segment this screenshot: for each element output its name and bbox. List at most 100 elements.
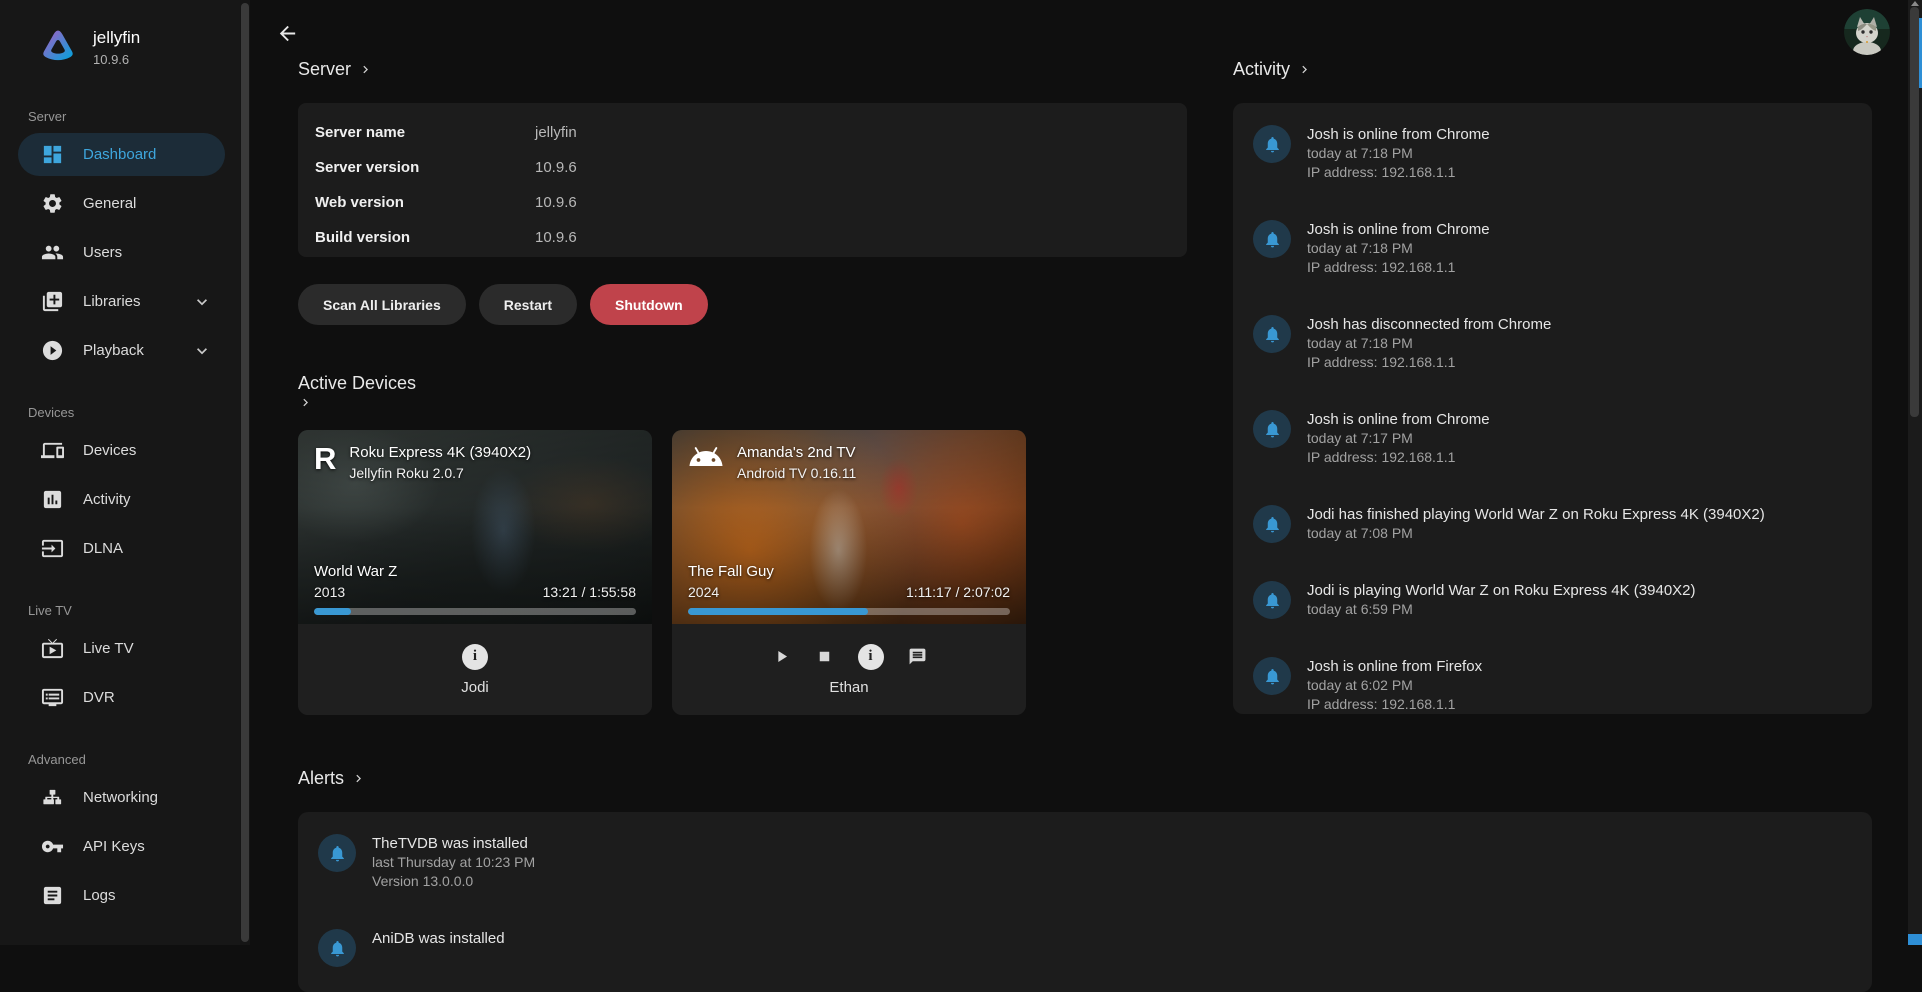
activity-time: today at 7:18 PM — [1307, 144, 1490, 163]
info-button[interactable]: i — [858, 644, 884, 670]
media-title: The Fall Guy — [688, 563, 1010, 580]
activity-time: today at 6:02 PM — [1307, 676, 1482, 695]
device-card-header: R Roku Express 4K (3940X2) Jellyfin Roku… — [314, 442, 640, 481]
sidebar-scrollbar — [240, 0, 250, 945]
now-playing-info: World War Z 2013 13:21 / 1:55:58 — [314, 563, 636, 615]
sidebar-section-devices: Devices — [28, 405, 240, 420]
page-scrollbar-thumb[interactable] — [1910, 7, 1919, 417]
devices-icon — [41, 439, 64, 462]
sidebar-item-label: DLNA — [83, 540, 123, 557]
now-playing-backdrop: R Roku Express 4K (3940X2) Jellyfin Roku… — [298, 430, 652, 624]
sidebar-item-dlna[interactable]: DLNA — [0, 524, 240, 573]
sidebar-item-label: Live TV — [83, 640, 134, 657]
info-label: Server name — [315, 124, 535, 141]
bar-chart-icon — [41, 488, 64, 511]
sidebar-scrollbar-thumb[interactable] — [241, 3, 249, 942]
info-label: Build version — [315, 229, 535, 246]
server-info-row: Server name jellyfin — [315, 115, 1170, 150]
activity-item: Josh is online from Chrome today at 7:17… — [1253, 410, 1852, 467]
sidebar-item-playback[interactable]: Playback — [0, 326, 240, 375]
sidebar-item-live-tv[interactable]: Live TV — [0, 624, 240, 673]
info-label: Web version — [315, 194, 535, 211]
sidebar-item-users[interactable]: Users — [0, 228, 240, 277]
play-button[interactable] — [772, 647, 791, 666]
sidebar-item-activity[interactable]: Activity — [0, 475, 240, 524]
client-version: Jellyfin Roku 2.0.7 — [349, 465, 531, 481]
activity-item: Jodi has finished playing World War Z on… — [1253, 505, 1852, 543]
bell-icon — [1253, 657, 1291, 695]
dvr-icon — [41, 686, 64, 709]
alerts-section: Alerts TheTVDB was installed last Thursd… — [298, 766, 1872, 992]
activity-title: Josh is online from Chrome — [1307, 220, 1490, 239]
device-card-footer: i Jodi — [298, 624, 652, 715]
server-info-card: Server name jellyfin Server version 10.9… — [298, 103, 1187, 257]
alert-detail: Version 13.0.0.0 — [372, 872, 535, 891]
arrow-left-icon — [276, 22, 304, 45]
android-icon — [688, 442, 724, 472]
bell-icon — [1253, 410, 1291, 448]
stop-icon — [815, 647, 834, 666]
bell-icon — [1253, 505, 1291, 543]
playback-progress-fill — [688, 608, 868, 615]
active-devices-heading[interactable]: Active Devices — [298, 371, 1187, 410]
info-button[interactable]: i — [462, 644, 488, 670]
right-column: Activity Josh is online from Chrome toda… — [1233, 57, 1872, 752]
alerts-panel: TheTVDB was installed last Thursday at 1… — [298, 812, 1872, 992]
bell-icon — [1253, 581, 1291, 619]
info-value: 10.9.6 — [535, 159, 577, 176]
shutdown-button[interactable]: Shutdown — [590, 284, 708, 325]
sidebar-item-label: Devices — [83, 442, 136, 459]
activity-heading[interactable]: Activity — [1233, 57, 1312, 81]
sidebar-item-dashboard[interactable]: Dashboard — [0, 130, 240, 179]
sidebar-item-dvr[interactable]: DVR — [0, 673, 240, 722]
jellyfin-logo-icon — [38, 26, 78, 66]
sidebar-item-label: Users — [83, 244, 122, 261]
server-info-row: Web version 10.9.6 — [315, 185, 1170, 220]
input-icon — [41, 537, 64, 560]
roku-icon: R — [314, 442, 336, 476]
message-button[interactable] — [908, 647, 927, 666]
page-scrollbar — [1908, 0, 1922, 945]
info-label: Server version — [315, 159, 535, 176]
sidebar-item-api-keys[interactable]: API Keys — [0, 822, 240, 871]
network-tree-icon — [41, 786, 64, 809]
activity-time: today at 7:18 PM — [1307, 334, 1551, 353]
alert-time: last Thursday at 10:23 PM — [372, 853, 535, 872]
now-playing-backdrop: Amanda's 2nd TV Android TV 0.16.11 The F… — [672, 430, 1026, 624]
sidebar-item-general[interactable]: General — [0, 179, 240, 228]
user-avatar[interactable] — [1844, 9, 1890, 55]
sidebar-item-logs[interactable]: Logs — [0, 871, 240, 920]
session-user: Ethan — [829, 679, 868, 696]
server-section-heading[interactable]: Server — [298, 57, 373, 81]
activity-detail: IP address: 192.168.1.1 — [1307, 448, 1490, 467]
media-title: World War Z — [314, 563, 636, 580]
play-circle-icon — [41, 339, 64, 362]
scrollbar-up-arrow-icon[interactable] — [1911, 1, 1919, 6]
heading-label: Server — [298, 57, 351, 81]
sidebar-item-networking[interactable]: Networking — [0, 773, 240, 822]
playback-progress-fill — [314, 608, 351, 615]
play-icon — [772, 647, 791, 666]
restart-button[interactable]: Restart — [479, 284, 577, 325]
session-user: Jodi — [461, 679, 489, 696]
scan-all-libraries-button[interactable]: Scan All Libraries — [298, 284, 466, 325]
stop-button[interactable] — [815, 647, 834, 666]
app-name: jellyfin — [93, 28, 140, 48]
activity-time: today at 6:59 PM — [1307, 600, 1696, 619]
library-add-icon — [41, 290, 64, 313]
live-tv-icon — [41, 637, 64, 660]
activity-detail: IP address: 192.168.1.1 — [1307, 695, 1482, 714]
chevron-right-icon — [351, 771, 366, 786]
sidebar-item-label: API Keys — [83, 838, 145, 855]
sidebar-item-label: General — [83, 195, 136, 212]
sidebar-item-devices[interactable]: Devices — [0, 426, 240, 475]
back-button[interactable] — [276, 19, 304, 47]
alerts-heading[interactable]: Alerts — [298, 766, 366, 790]
chevron-down-icon — [192, 292, 212, 312]
activity-detail: IP address: 192.168.1.1 — [1307, 163, 1490, 182]
device-card-roku: R Roku Express 4K (3940X2) Jellyfin Roku… — [298, 430, 652, 715]
activity-title: Josh is online from Chrome — [1307, 410, 1490, 429]
activity-title: Josh is online from Chrome — [1307, 125, 1490, 144]
server-info-row: Server version 10.9.6 — [315, 150, 1170, 185]
sidebar-item-libraries[interactable]: Libraries — [0, 277, 240, 326]
